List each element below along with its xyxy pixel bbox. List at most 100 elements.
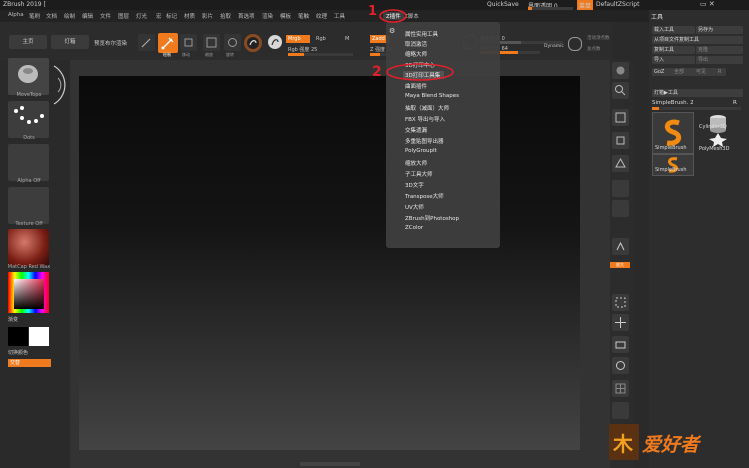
- brush-thumbnail[interactable]: [8, 58, 49, 95]
- edit-icon[interactable]: [138, 34, 155, 51]
- dropdown-item[interactable]: ZBrush到Photoshop: [405, 214, 459, 222]
- watermark-logo-char: 木: [613, 432, 633, 456]
- menu-brush[interactable]: 笔刷: [29, 12, 40, 20]
- scale-icon[interactable]: [203, 34, 220, 51]
- export-button[interactable]: 导出: [696, 56, 743, 64]
- menu-movie[interactable]: 影片: [202, 12, 213, 20]
- zoom-toggle[interactable]: 放大: [610, 262, 630, 268]
- document-canvas[interactable]: [79, 76, 580, 450]
- window-controls[interactable]: ▭ ✕: [700, 0, 715, 8]
- dropdown-item[interactable]: 多重贴图导出器: [405, 137, 444, 145]
- tool-thumb-cylinder[interactable]: [696, 112, 741, 134]
- floor-icon[interactable]: [612, 200, 629, 217]
- dropdown-item[interactable]: 曲面插件: [405, 82, 427, 90]
- lightbox-tools-button[interactable]: 灯箱▶工具: [652, 89, 743, 97]
- material-thumbnail[interactable]: [8, 229, 49, 266]
- import-button[interactable]: 导入: [652, 56, 695, 64]
- tool-label-simplebrush-2: SimpleBrush: [655, 167, 687, 173]
- goz-all-button[interactable]: 全部: [672, 68, 694, 76]
- quicksave-button[interactable]: QuickSave: [487, 1, 519, 8]
- color-picker-square[interactable]: [14, 279, 44, 309]
- stroke-thumbnail[interactable]: [8, 101, 49, 138]
- load-tool-button[interactable]: 载入工具: [652, 26, 695, 34]
- scroll-icon[interactable]: [612, 62, 629, 79]
- dynamic-button[interactable]: Dynamic: [544, 44, 564, 49]
- menu-light[interactable]: 灯光: [136, 12, 147, 20]
- menu-alpha[interactable]: Alpha: [8, 12, 24, 18]
- dropdown-item[interactable]: Transpose大师: [405, 192, 444, 200]
- copy-tool-from-project-button[interactable]: 从项目文件复制工具: [652, 36, 743, 44]
- move-view-icon[interactable]: [612, 314, 629, 331]
- dropdown-item[interactable]: 抽取（减面）大师: [405, 104, 449, 112]
- scale-view-icon[interactable]: [612, 336, 629, 353]
- polyframe-icon[interactable]: [612, 380, 629, 397]
- dropdown-item[interactable]: 交集遗漏: [405, 126, 427, 134]
- switch-color-button[interactable]: 切换颜色: [8, 349, 28, 356]
- menu-stroke[interactable]: 笔触: [298, 12, 309, 20]
- color-sphere-icon[interactable]: [268, 35, 282, 49]
- dynamic-icon[interactable]: [568, 37, 582, 51]
- menu-render[interactable]: 渲染: [262, 12, 273, 20]
- default-zscript[interactable]: DefaultZScript: [596, 1, 639, 8]
- dropdown-item[interactable]: UV大师: [405, 203, 424, 211]
- move-icon[interactable]: [180, 34, 197, 51]
- draw-mode-icon[interactable]: [158, 33, 178, 53]
- rgb-intensity-slider[interactable]: Rgb 强度 25: [288, 46, 317, 53]
- make-polymesh-button[interactable]: 克隆: [696, 46, 743, 54]
- rotate-view-icon[interactable]: [612, 357, 629, 374]
- goz-r-button[interactable]: R: [716, 68, 726, 76]
- frame-icon[interactable]: [612, 294, 629, 311]
- dynamic-persp-icon[interactable]: [612, 155, 629, 172]
- material-sphere-icon[interactable]: [244, 34, 262, 52]
- menu-document[interactable]: 文档: [46, 12, 57, 20]
- rgb-button[interactable]: Rgb: [316, 36, 326, 42]
- menu-edit[interactable]: 编辑: [82, 12, 93, 20]
- current-tool-slider[interactable]: [652, 107, 741, 110]
- zoom-icon[interactable]: [612, 82, 629, 99]
- bottom-tray-handle[interactable]: [300, 462, 360, 466]
- goz-visible-button[interactable]: 可见: [694, 68, 716, 76]
- half-size-icon[interactable]: [612, 132, 629, 149]
- lightbox-button[interactable]: 灯箱: [51, 35, 89, 49]
- texture-thumbnail[interactable]: [8, 187, 49, 224]
- menu-tool[interactable]: 工具: [334, 12, 345, 20]
- menu-texture[interactable]: 纹理: [316, 12, 327, 20]
- menu-file[interactable]: 文件: [100, 12, 111, 20]
- clone-tool-button[interactable]: 复制工具: [652, 46, 695, 54]
- actual-size-icon[interactable]: [612, 109, 629, 126]
- persp-icon[interactable]: [612, 180, 629, 197]
- alpha-thumbnail[interactable]: [8, 144, 49, 181]
- menu-marker[interactable]: 标记: [166, 12, 177, 20]
- secondary-color-swatch[interactable]: [29, 327, 49, 346]
- color-picker-hue[interactable]: [8, 272, 49, 313]
- menu-stencil[interactable]: 模板: [280, 12, 291, 20]
- home-button[interactable]: 主页: [9, 35, 47, 49]
- alternate-button[interactable]: 交替: [8, 359, 51, 367]
- menu-macro[interactable]: 宏: [156, 12, 162, 20]
- goz-button[interactable]: GoZ: [652, 68, 672, 76]
- rgb-intensity-track[interactable]: [288, 53, 353, 56]
- current-tool-r[interactable]: R: [733, 100, 737, 106]
- menu-layer[interactable]: 图层: [118, 12, 129, 20]
- dropdown-item[interactable]: 缩放大师: [405, 159, 427, 167]
- preview-boolean-button[interactable]: 预览布尔渲染: [94, 39, 127, 47]
- dropdown-item[interactable]: PolyGroupIt: [405, 148, 437, 154]
- main-color-swatch[interactable]: [8, 327, 28, 346]
- dropdown-item[interactable]: ZColor: [405, 225, 423, 231]
- active-points-label: 活动顶点数: [587, 36, 610, 41]
- dropdown-item[interactable]: 子工具大师: [405, 170, 433, 178]
- annotation-number-one: 1: [368, 4, 378, 19]
- rotate-icon[interactable]: [224, 34, 241, 51]
- m-button[interactable]: M: [345, 36, 349, 42]
- save-as-button[interactable]: 另存为: [696, 26, 743, 34]
- dropdown-item[interactable]: FBX 导出与导入: [405, 115, 445, 123]
- menu-preferences[interactable]: 首选项: [238, 12, 255, 20]
- transp-icon[interactable]: [612, 402, 629, 419]
- dropdown-item[interactable]: 3D文字: [405, 181, 424, 189]
- menu-draw[interactable]: 绘制: [64, 12, 75, 20]
- local-icon[interactable]: [612, 238, 629, 255]
- dropdown-item[interactable]: Maya Blend Shapes: [405, 93, 459, 99]
- menu-material[interactable]: 材质: [184, 12, 195, 20]
- mrgb-button[interactable]: Mrgb: [286, 35, 310, 43]
- menu-picker[interactable]: 拾取: [220, 12, 231, 20]
